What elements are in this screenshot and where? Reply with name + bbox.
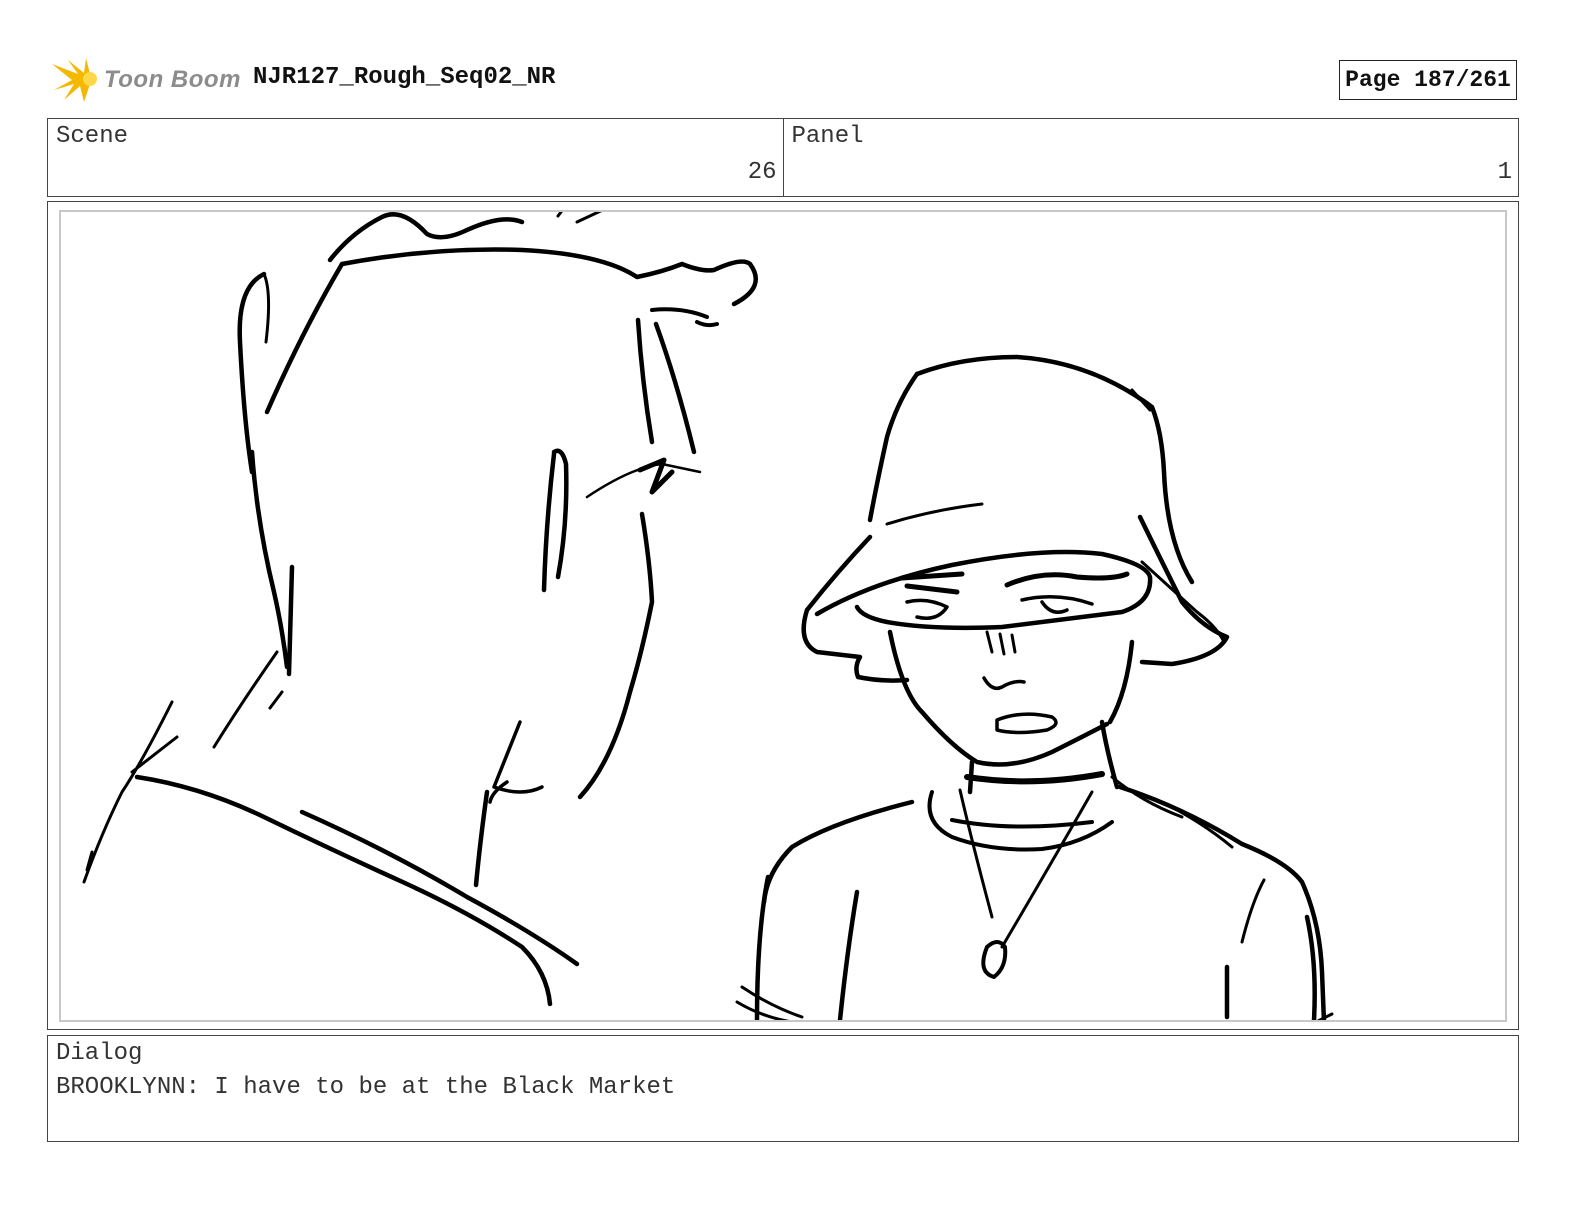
dialog-section: Dialog BROOKLYNN: I have to be at the Bl… <box>47 1035 1519 1142</box>
scene-cell: Scene 26 <box>48 119 783 196</box>
page-indicator: Page 187/261 <box>1339 60 1517 100</box>
panel-label: Panel <box>791 123 864 150</box>
panel-value: 1 <box>1497 159 1512 186</box>
dialog-text: BROOKLYNN: I have to be at the Black Mar… <box>56 1074 676 1101</box>
panel-cell: Panel 1 <box>782 119 1519 196</box>
logo-text: Toon Boom <box>104 66 241 93</box>
project-title: NJR127_Rough_Seq02_NR <box>253 64 556 91</box>
right-character-sketch <box>735 354 1334 1020</box>
toon-boom-starburst-icon <box>52 58 97 102</box>
storyboard-image <box>59 210 1507 1022</box>
scene-label: Scene <box>56 123 129 150</box>
scene-value: 26 <box>747 159 777 186</box>
dialog-label: Dialog <box>56 1040 143 1067</box>
storyboard-panel-frame <box>47 201 1519 1030</box>
left-character-sketch <box>82 212 758 1007</box>
page-label: Page 187/261 <box>1345 67 1511 93</box>
storyboard-sketch <box>82 212 1334 1020</box>
toon-boom-logo: Toon Boom <box>50 56 240 106</box>
scene-panel-row: Scene 26 Panel 1 <box>47 118 1519 197</box>
